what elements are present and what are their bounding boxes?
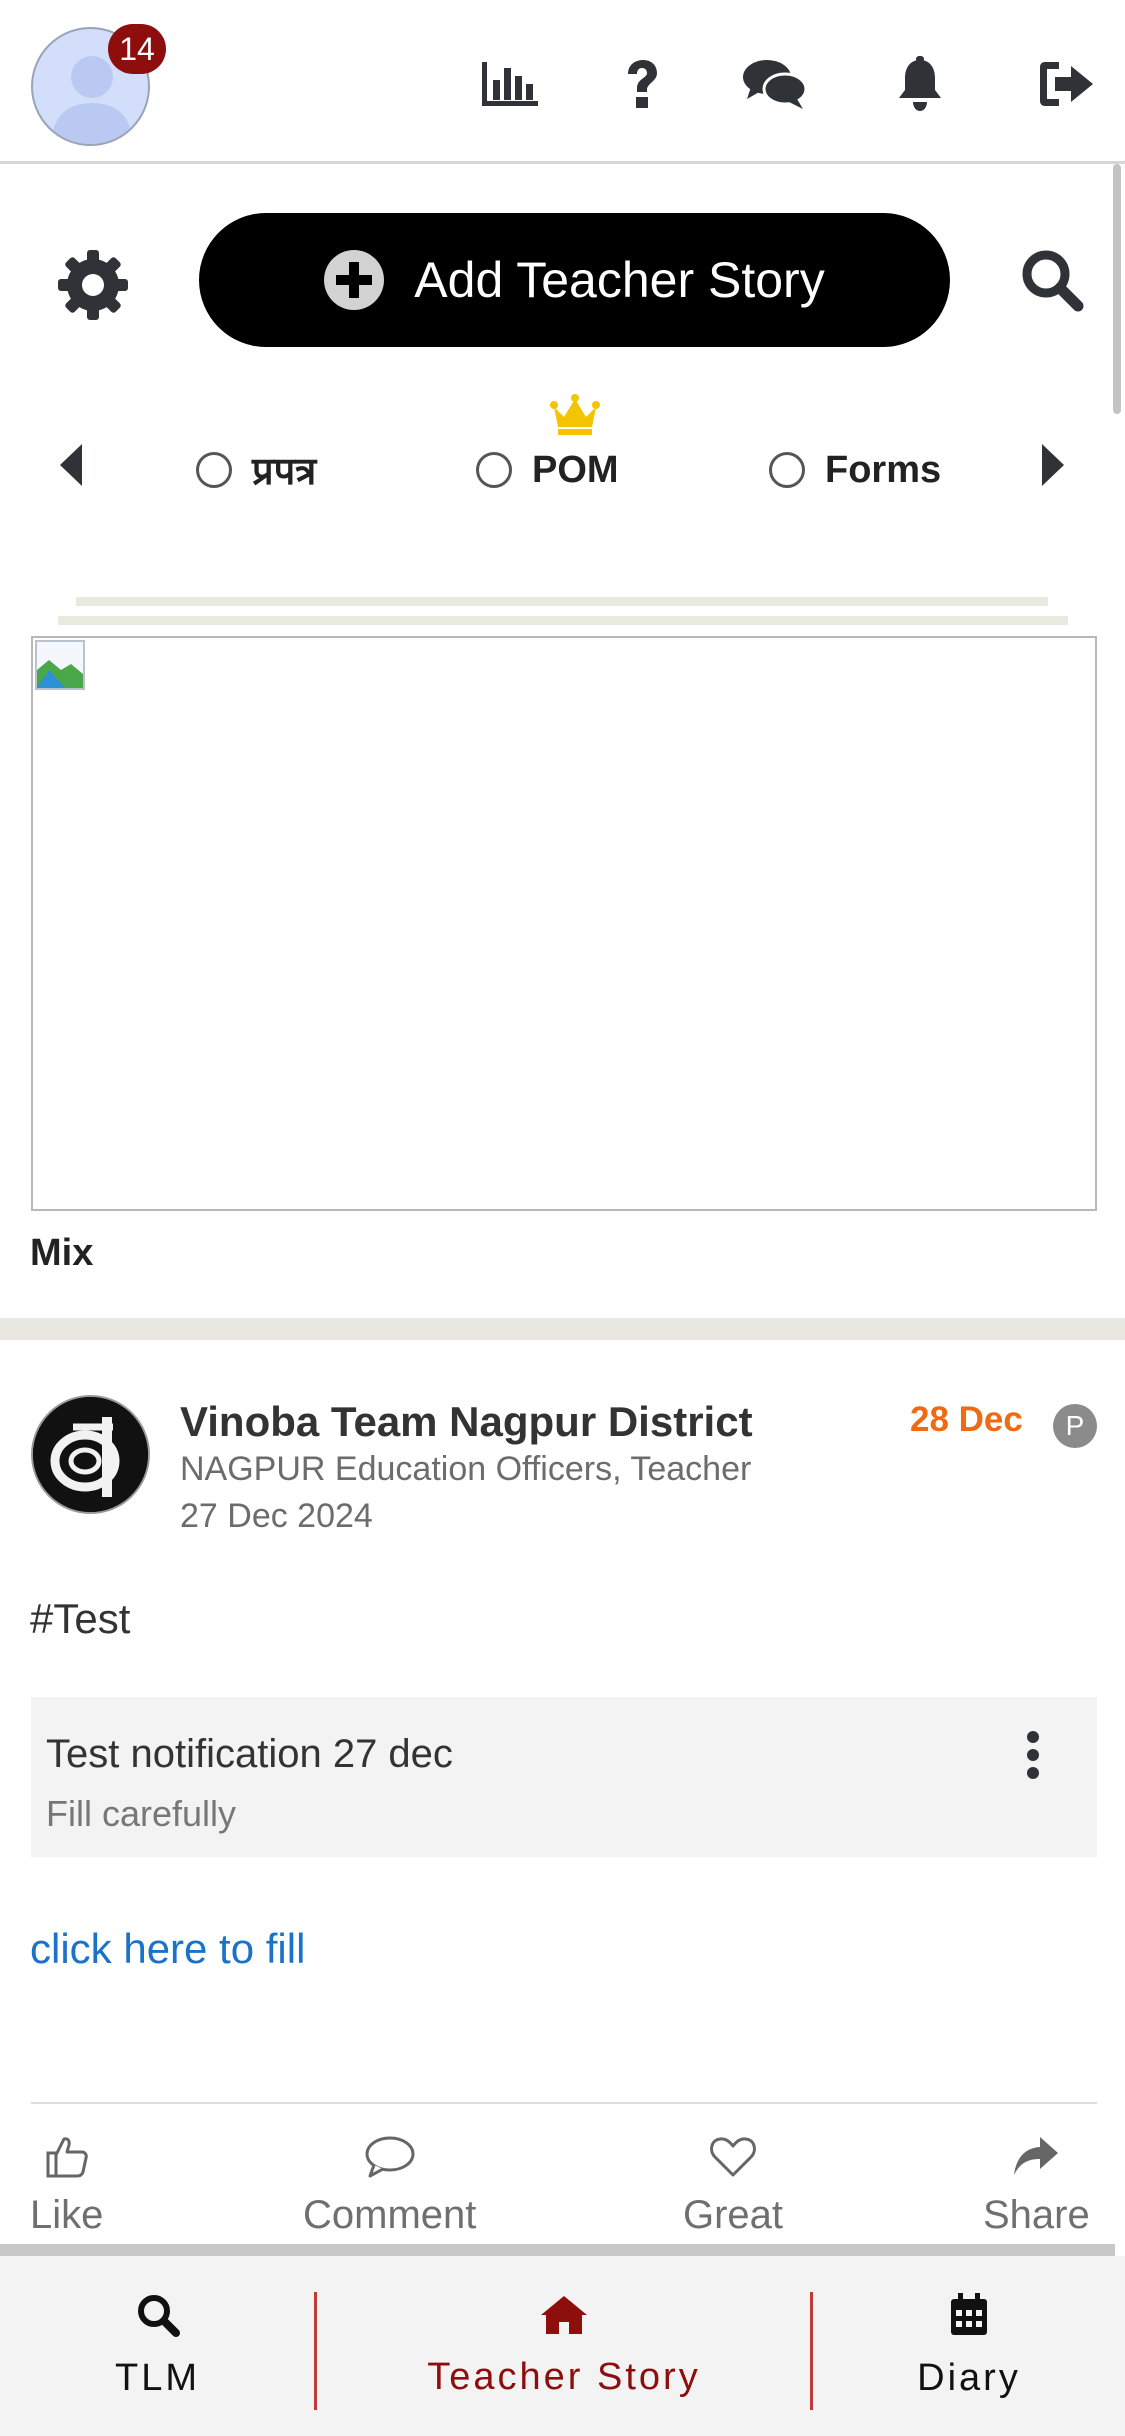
share-label: Share — [983, 2193, 1090, 2237]
great-label: Great — [683, 2193, 784, 2237]
fill-form-link[interactable]: click here to fill — [30, 1925, 305, 1973]
next-category-arrow-icon[interactable] — [1040, 440, 1080, 490]
chat-icon[interactable] — [743, 52, 807, 116]
add-teacher-story-button[interactable]: Add Teacher Story — [199, 213, 950, 347]
nav-item-teacher-story[interactable]: Teacher Story — [317, 2256, 811, 2436]
nav-item-tlm[interactable]: TLM — [0, 2256, 315, 2436]
category-option-pom[interactable]: POM — [476, 440, 619, 500]
notification-subtitle: Fill carefully — [46, 1793, 237, 1834]
post-author-org: NAGPUR Education Officers, Teacher — [180, 1450, 752, 1488]
great-button[interactable]: Great — [683, 2135, 783, 2238]
comment-button[interactable]: Comment — [303, 2135, 476, 2238]
post-author-name[interactable]: Vinoba Team Nagpur District — [180, 1398, 753, 1446]
stats-icon[interactable] — [478, 52, 542, 116]
notification-card[interactable]: Test notification 27 dec Fill carefully — [31, 1697, 1097, 1857]
more-options-icon[interactable] — [1013, 1730, 1053, 1780]
category-radio[interactable] — [476, 452, 512, 488]
post-hashtag[interactable]: #Test — [30, 1595, 130, 1643]
like-button[interactable]: Like — [30, 2135, 103, 2238]
post-date-tag: 28 Dec — [910, 1400, 1023, 1439]
share-icon — [1014, 2137, 1059, 2175]
bottom-navigation: TLM Teacher Story Diary — [0, 2256, 1125, 2436]
category-radio[interactable] — [196, 452, 232, 488]
banner-caption: Mix — [30, 1232, 94, 1274]
logout-icon[interactable] — [1035, 52, 1099, 116]
divider — [58, 616, 1068, 625]
crown-icon — [550, 393, 600, 435]
category-option-prapatra[interactable]: प्रपत्र — [196, 440, 316, 500]
search-icon — [137, 2294, 180, 2337]
plus-circle-icon — [324, 250, 385, 310]
nav-label: TLM — [115, 2356, 200, 2399]
home-icon — [541, 2295, 587, 2334]
author-logo-icon — [33, 1397, 148, 1512]
notification-count-badge: 14 — [108, 24, 166, 74]
nav-item-diary[interactable]: Diary — [813, 2256, 1125, 2436]
banner-image[interactable] — [31, 636, 1097, 1211]
settings-gear-icon[interactable] — [58, 250, 128, 320]
nav-label: Diary — [917, 2356, 1021, 2399]
calendar-icon — [951, 2292, 987, 2335]
footer-shadow — [0, 2244, 1115, 2256]
comment-label: Comment — [303, 2193, 477, 2237]
share-button[interactable]: Share — [983, 2135, 1090, 2238]
top-header: 14 — [0, 0, 1125, 164]
divider — [76, 597, 1048, 606]
category-label: POM — [532, 448, 619, 491]
search-icon[interactable] — [1020, 248, 1084, 312]
post-date: 27 Dec 2024 — [180, 1497, 373, 1535]
bell-icon[interactable] — [888, 52, 952, 116]
author-avatar[interactable] — [31, 1395, 150, 1514]
heart-icon — [710, 2137, 756, 2177]
thumbs-up-icon — [46, 2137, 88, 2178]
broken-image-icon — [35, 640, 85, 690]
privacy-badge: P — [1053, 1404, 1097, 1448]
nav-label: Teacher Story — [427, 2355, 701, 2398]
scrollbar[interactable] — [1113, 164, 1121, 414]
category-option-forms[interactable]: Forms — [769, 440, 941, 500]
like-label: Like — [30, 2193, 104, 2237]
notification-title: Test notification 27 dec — [46, 1732, 453, 1776]
category-label: Forms — [825, 448, 942, 491]
category-radio[interactable] — [769, 452, 805, 488]
add-story-label: Add Teacher Story — [414, 252, 825, 308]
divider — [31, 2102, 1097, 2104]
help-icon[interactable] — [610, 52, 674, 116]
category-label: प्रपत्र — [252, 451, 317, 493]
prev-category-arrow-icon[interactable] — [60, 440, 100, 490]
section-divider — [0, 1318, 1125, 1340]
comment-icon — [365, 2136, 415, 2178]
